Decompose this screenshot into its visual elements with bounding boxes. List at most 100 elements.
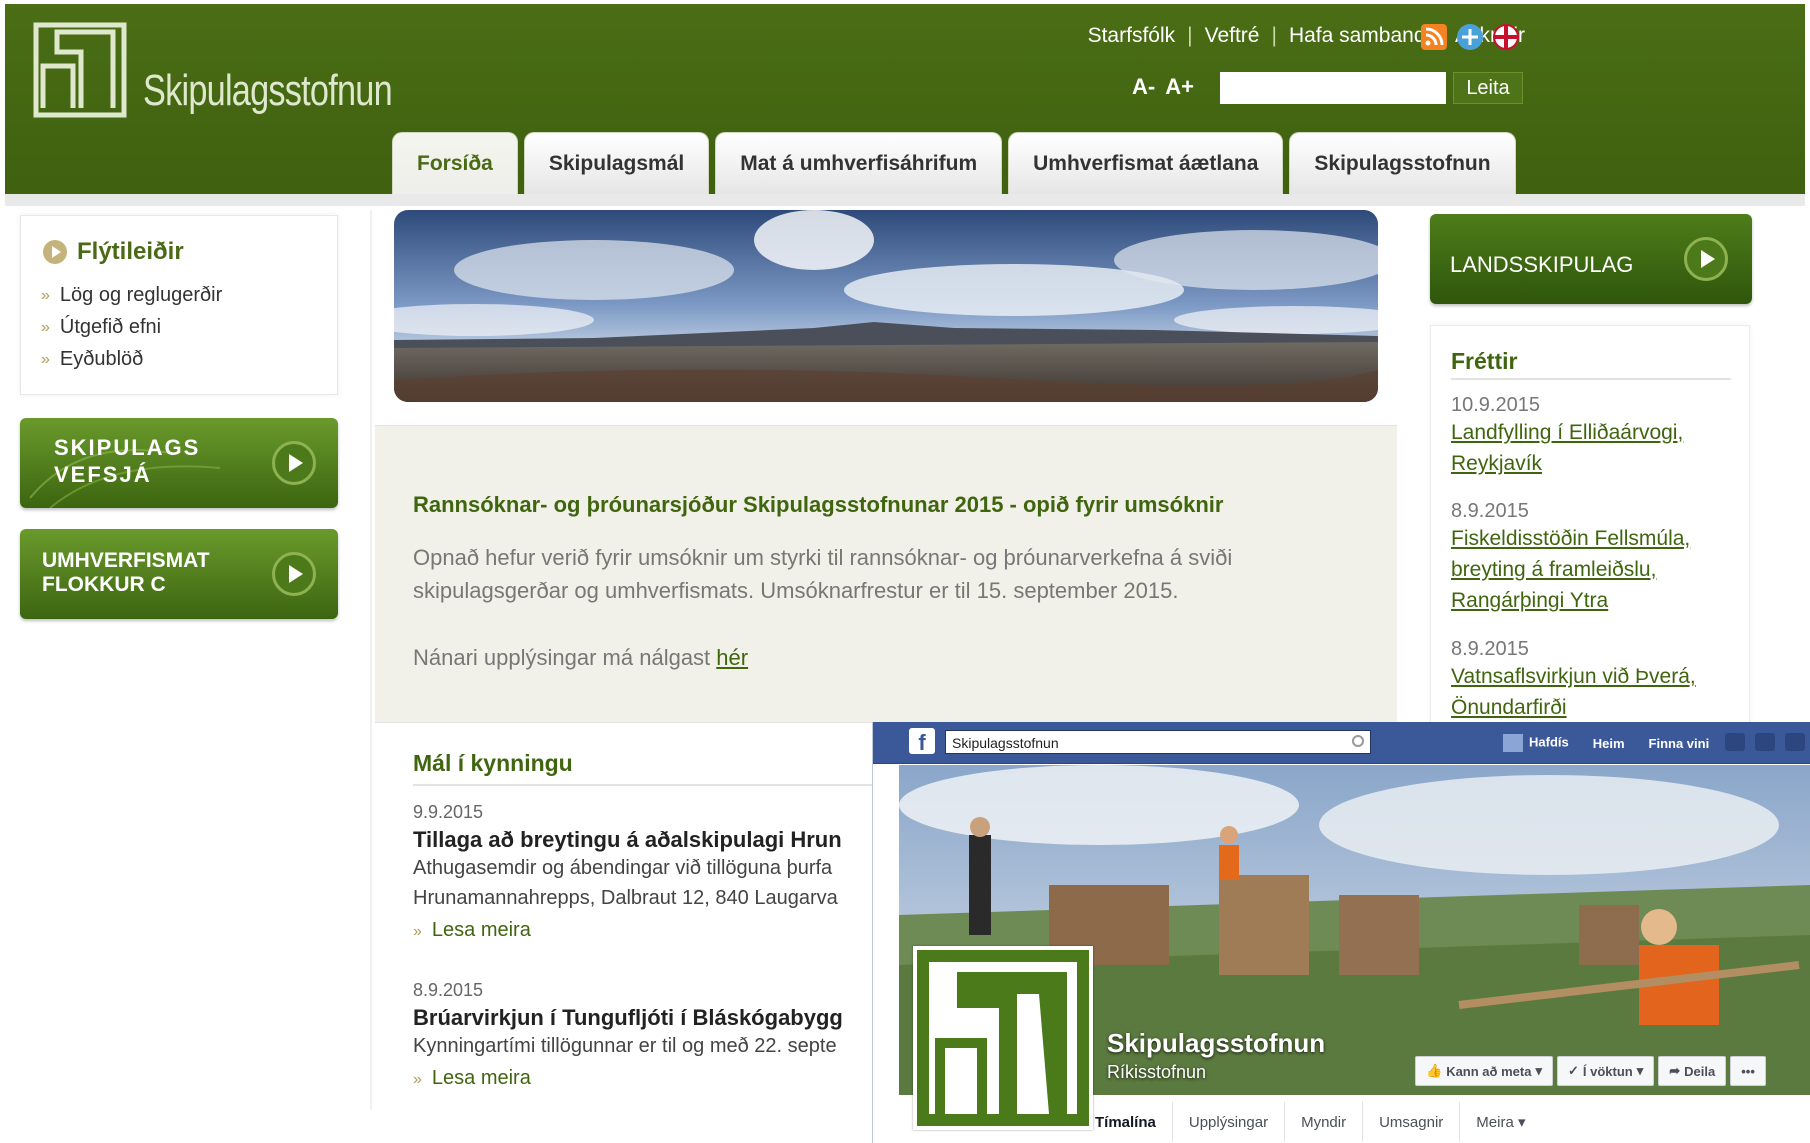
accessibility-icon[interactable] bbox=[1457, 24, 1483, 50]
news-heading: Fréttir bbox=[1451, 348, 1518, 374]
tab-about[interactable]: Upplýsingar bbox=[1173, 1102, 1286, 1142]
news-link-line[interactable]: Landfylling í Elliðaárvogi, bbox=[1451, 417, 1741, 448]
quick-link-publications[interactable]: » Útgefið efni bbox=[41, 316, 222, 339]
column-divider bbox=[370, 210, 372, 1110]
facebook-page-name[interactable]: Skipulagsstofnun bbox=[1107, 1028, 1325, 1059]
top-link-sitemap[interactable]: Veftré bbox=[1205, 24, 1260, 48]
news-link-line[interactable]: breyting á framleiðslu, bbox=[1451, 554, 1741, 585]
quick-link-laws[interactable]: » Lög og reglugerðir bbox=[41, 284, 222, 307]
double-chevron-icon: » bbox=[413, 923, 422, 940]
read-more-link[interactable]: » Lesa meira bbox=[413, 919, 913, 942]
messages-icon[interactable] bbox=[1755, 733, 1775, 751]
facebook-action-buttons: 👍 Kann að meta ▾ ✓ Í vöktun ▾ ➦ Deila ••• bbox=[1415, 1056, 1766, 1086]
tab-skipulagsstofnun[interactable]: Skipulagsstofnun bbox=[1289, 132, 1516, 194]
chevron-down-icon: ▾ bbox=[1636, 1063, 1644, 1078]
landsskipulag-label: LANDSSKIPULAG bbox=[1450, 252, 1634, 277]
tab-more[interactable]: Meira ▾ bbox=[1460, 1102, 1541, 1142]
search-button[interactable]: Leita bbox=[1453, 72, 1523, 104]
news-link-line[interactable]: Önundarfirði bbox=[1451, 692, 1741, 723]
following-button[interactable]: ✓ Í vöktun ▾ bbox=[1556, 1056, 1655, 1086]
mal-i-kynningu-section: Mál í kynningu 9.9.2015 Tillaga að breyt… bbox=[375, 740, 913, 1140]
quick-links-list: » Lög og reglugerðir » Útgefið efni » Eyðub… bbox=[41, 284, 222, 380]
facebook-top-bar: f Skipulagsstofnun Hafdís Heim Finna vin… bbox=[873, 722, 1810, 764]
share-button[interactable]: ➦ Deila bbox=[1658, 1056, 1727, 1086]
tab-forsida[interactable]: Forsíða bbox=[392, 132, 518, 194]
skipulagsstofnun-logo-icon bbox=[917, 950, 1089, 1126]
news-link-line[interactable]: Fiskeldisstöðin Fellsmúla, bbox=[1451, 523, 1741, 554]
tab-timeline[interactable]: Tímalína bbox=[1079, 1102, 1173, 1142]
news-item: 10.9.2015 Landfylling í Elliðaárvogi, Re… bbox=[1451, 394, 1741, 479]
news-item: 8.9.2015 Vatnsaflsvirkjun við Þverá, Önu… bbox=[1451, 638, 1741, 723]
news-link-line[interactable]: Reykjavík bbox=[1451, 448, 1741, 479]
play-icon bbox=[272, 441, 316, 485]
umhverfismat-flokkur-c-button[interactable]: UMHVERFISMAT FLOKKUR C bbox=[20, 529, 338, 619]
tab-photos[interactable]: Myndir bbox=[1285, 1102, 1364, 1142]
quick-link-label: Eyðublöð bbox=[59, 348, 144, 370]
item-title[interactable]: Brúarvirkjun í Tungufljóti í Bláskógabyg… bbox=[413, 1005, 913, 1031]
notice-title[interactable]: Rannsóknar- og þróunarsjóður Skipulagsst… bbox=[413, 492, 1223, 518]
tab-mat-umhverfisahrifum[interactable]: Mat á umhverfisáhrifum bbox=[715, 132, 1003, 194]
tab-reviews[interactable]: Umsagnir bbox=[1363, 1102, 1461, 1142]
share-arrow-icon: ➦ bbox=[1669, 1063, 1681, 1078]
site-logo[interactable]: Skipulagsstofnun bbox=[33, 22, 462, 118]
main-nav-tabs: Forsíða Skipulagsmál Mat á umhverfisáhri… bbox=[392, 132, 1516, 194]
font-larger-button[interactable]: A+ bbox=[1165, 74, 1194, 100]
quick-links-box: Flýtileiðir » Lög og reglugerðir » Útgefið… bbox=[20, 215, 338, 395]
font-smaller-button[interactable]: A- bbox=[1132, 74, 1155, 100]
heading-rule bbox=[1451, 378, 1731, 380]
tab-umhverfismat-aaetlana[interactable]: Umhverfismat áætlana bbox=[1008, 132, 1284, 194]
notice-more: Nánari upplýsingar má nálgast hér bbox=[413, 641, 1313, 674]
search-input[interactable] bbox=[1220, 72, 1446, 104]
news-link-line[interactable]: Rangárþingi Ytra bbox=[1451, 585, 1741, 616]
item-date: 8.9.2015 bbox=[413, 980, 484, 1000]
header-icons bbox=[1421, 24, 1519, 50]
item-title[interactable]: Tillaga að breytingu á aðalskipulagi Hru… bbox=[413, 827, 913, 853]
notice-more-text: Nánari upplýsingar má nálgast bbox=[413, 645, 717, 670]
checkmark-icon: ✓ bbox=[1567, 1063, 1579, 1078]
kynning-heading: Mál í kynningu bbox=[413, 750, 573, 776]
facebook-search-value: Skipulagsstofnun bbox=[952, 735, 1059, 751]
friend-requests-icon[interactable] bbox=[1725, 733, 1745, 751]
top-link-staff[interactable]: Starfsfólk bbox=[1088, 24, 1176, 48]
notice-more-link[interactable]: hér bbox=[716, 645, 748, 670]
news-item: 8.9.2015 Fiskeldisstöðin Fellsmúla, brey… bbox=[1451, 500, 1741, 616]
facebook-profile-link[interactable]: Hafdís bbox=[1503, 734, 1569, 752]
search-icon[interactable] bbox=[1352, 735, 1364, 747]
landsskipulag-button[interactable]: LANDSSKIPULAG bbox=[1430, 214, 1752, 304]
news-date: 10.9.2015 bbox=[1451, 394, 1540, 416]
english-flag-icon[interactable] bbox=[1493, 24, 1519, 50]
like-button[interactable]: 👍 Kann að meta ▾ bbox=[1415, 1056, 1553, 1086]
facebook-find-friends-link[interactable]: Finna vini bbox=[1649, 736, 1710, 751]
play-bullet-icon bbox=[43, 240, 67, 264]
skipulagsvefsja-button[interactable]: SKIPULAGS VEFSJÁ bbox=[20, 418, 338, 508]
chevron-down-icon: ▾ bbox=[1535, 1063, 1542, 1078]
double-chevron-icon: » bbox=[413, 1071, 422, 1088]
kynning-item: 9.9.2015 Tillaga að breytingu á aðalskip… bbox=[413, 802, 913, 942]
read-more-label: Lesa meira bbox=[431, 1067, 531, 1089]
read-more-link[interactable]: » Lesa meira bbox=[413, 1067, 913, 1090]
news-date: 8.9.2015 bbox=[1451, 638, 1529, 660]
news-link-line[interactable]: Vatnsaflsvirkjun við Þverá, bbox=[1451, 661, 1741, 692]
rss-icon[interactable] bbox=[1421, 24, 1447, 50]
notifications-icon[interactable] bbox=[1785, 733, 1805, 751]
facebook-search-input[interactable]: Skipulagsstofnun bbox=[945, 730, 1371, 754]
read-more-label: Lesa meira bbox=[431, 919, 531, 941]
facebook-logo-icon[interactable]: f bbox=[909, 728, 935, 755]
item-text: Athugasemdir og ábendingar við tillöguna… bbox=[413, 857, 833, 879]
quick-link-forms[interactable]: » Eyðublöð bbox=[41, 348, 222, 371]
landscape-photo bbox=[394, 210, 1378, 402]
double-chevron-icon: » bbox=[41, 350, 50, 368]
double-chevron-icon: » bbox=[41, 286, 50, 304]
facebook-home-link[interactable]: Heim bbox=[1593, 736, 1625, 751]
umhverfismat-label: UMHVERFISMAT FLOKKUR C bbox=[42, 549, 210, 596]
play-icon bbox=[272, 552, 316, 596]
quick-link-label: Útgefið efni bbox=[59, 316, 162, 338]
tab-skipulagsmal[interactable]: Skipulagsmál bbox=[523, 132, 710, 194]
item-date: 9.9.2015 bbox=[413, 802, 484, 822]
more-options-button[interactable]: ••• bbox=[1730, 1056, 1766, 1086]
top-link-contact[interactable]: Hafa samband bbox=[1289, 24, 1426, 48]
play-icon bbox=[1684, 237, 1728, 281]
facebook-profile-picture[interactable] bbox=[913, 946, 1093, 1130]
facebook-page-category: Ríkisstofnun bbox=[1107, 1062, 1207, 1082]
logo-mark-icon bbox=[33, 22, 127, 118]
